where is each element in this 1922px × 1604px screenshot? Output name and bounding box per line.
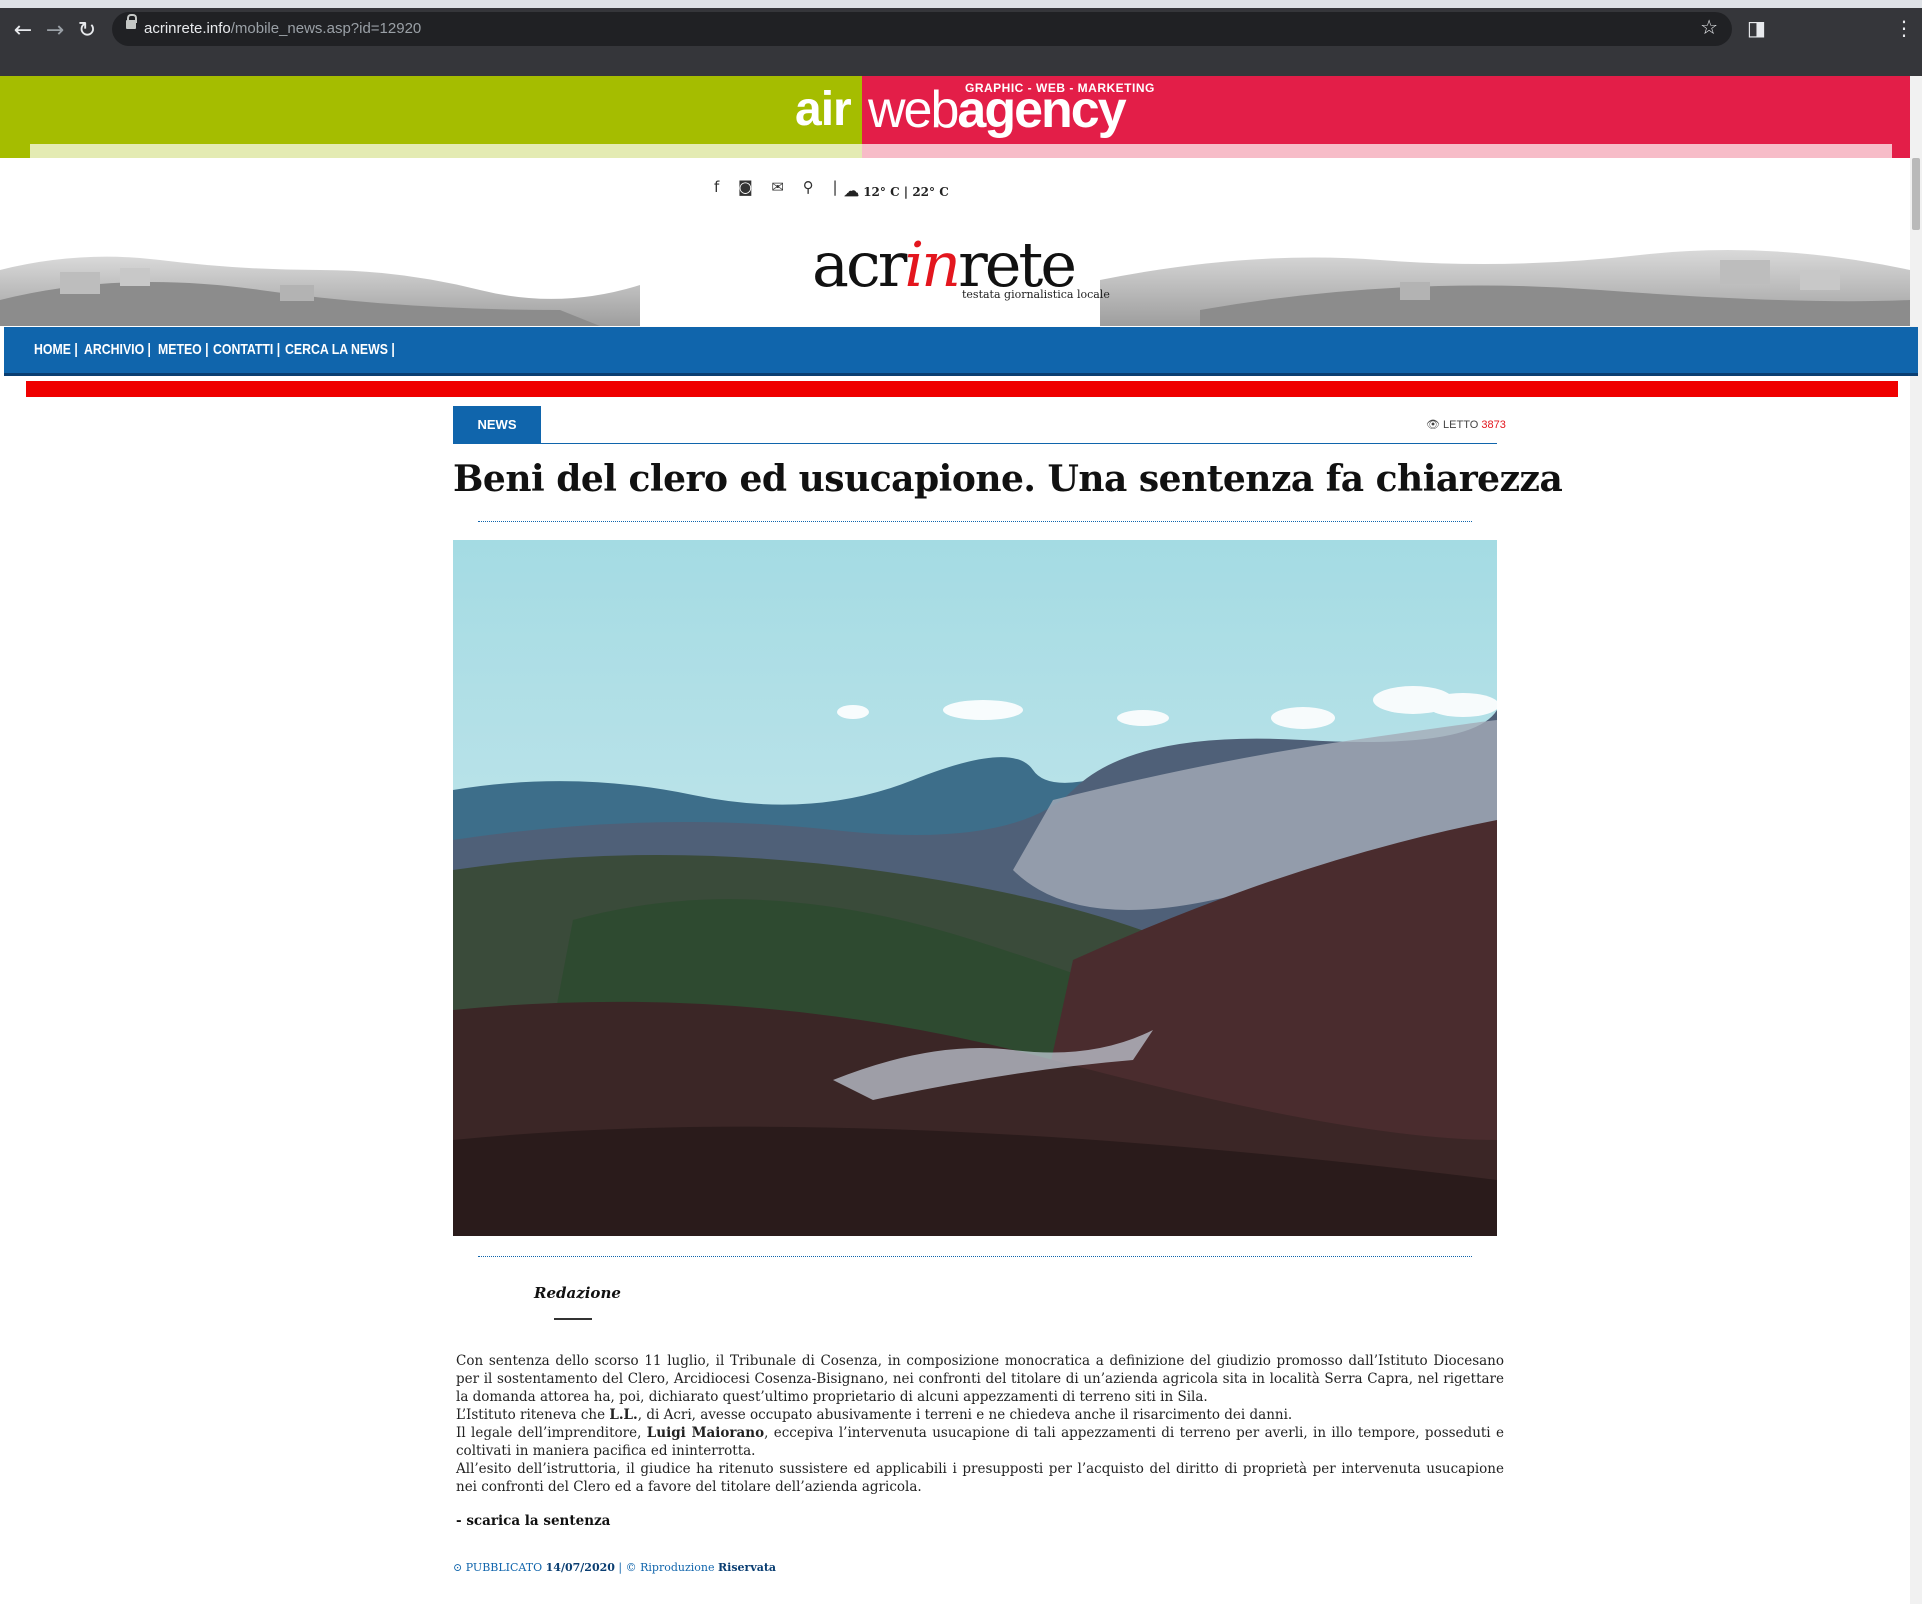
- ad-banner[interactable]: air webagency GRAPHIC - WEB - MARKETING: [0, 76, 1922, 158]
- main-nav: HOME | ARCHIVIO | METEO | CONTATTI | CER…: [4, 327, 1918, 376]
- category-underline: [453, 443, 1497, 444]
- eye-icon: 👁: [1426, 419, 1440, 431]
- paragraph-bold: Luigi Maiorano: [646, 1425, 765, 1441]
- footer-separator: |: [618, 1561, 623, 1574]
- category-badge[interactable]: NEWS: [453, 406, 541, 444]
- download-link[interactable]: - scarica la sentenza: [456, 1513, 610, 1529]
- article-paragraph: Con sentenza dello scorso 11 luglio, il …: [456, 1352, 1504, 1406]
- paragraph-bold: L.L.: [609, 1407, 638, 1423]
- article-body: Con sentenza dello scorso 11 luglio, il …: [456, 1352, 1504, 1496]
- copyright-label: © Riproduzione: [625, 1561, 715, 1574]
- clock-icon: ⊙: [453, 1561, 463, 1574]
- browser-toolbar: ← → ↻ acrinrete.info/mobile_news.asp?id=…: [0, 0, 1922, 76]
- nav-meteo[interactable]: METEO |: [158, 341, 209, 358]
- url-text[interactable]: acrinrete.info/mobile_news.asp?id=12920: [144, 20, 421, 37]
- views-count: 3873: [1481, 419, 1506, 431]
- header-separator: |: [832, 178, 838, 196]
- nav-cerca-la-news[interactable]: CERCA LA NEWS |: [285, 341, 395, 358]
- paragraph-text: L’Istituto riteneva che: [456, 1407, 610, 1423]
- ad-tagline: GRAPHIC - WEB - MARKETING: [965, 81, 1155, 95]
- search-icon[interactable]: ⚲: [803, 178, 814, 196]
- forward-button[interactable]: →: [40, 16, 70, 46]
- back-button[interactable]: ←: [8, 16, 38, 46]
- paragraph-text: , di Acri, avesse occupato abusivamente …: [637, 1407, 1293, 1423]
- ad-fade-strip: [30, 144, 1892, 158]
- article-paragraph: Il legale dell’imprenditore, Luigi Maior…: [456, 1424, 1504, 1460]
- nav-accent-bar: [26, 381, 1898, 397]
- instagram-icon[interactable]: ◙: [738, 178, 753, 196]
- facebook-icon[interactable]: f: [714, 178, 719, 196]
- envelope-icon[interactable]: ✉: [771, 178, 784, 196]
- weather-widget: ☁ 12° C | 22° C: [844, 182, 949, 200]
- views-label: LETTO: [1443, 419, 1479, 431]
- published-date: 14/07/2020: [545, 1561, 615, 1574]
- weather-temperatures: 12° C | 22° C: [863, 185, 949, 199]
- article-author: Redazione: [534, 1284, 621, 1302]
- article-paragraph: All’esito dell’istruttoria, il giudice h…: [456, 1460, 1504, 1496]
- nav-contatti[interactable]: CONTATTI |: [213, 341, 280, 358]
- menu-dots-icon[interactable]: ⋮: [1894, 16, 1914, 40]
- bookmark-star-icon[interactable]: ☆: [1700, 15, 1718, 39]
- nav-home[interactable]: HOME |: [34, 341, 78, 358]
- download-label[interactable]: scarica la sentenza: [466, 1513, 610, 1529]
- copyright-bold: Riservata: [718, 1561, 777, 1574]
- title-divider: [478, 521, 1472, 522]
- paragraph-text: Il legale dell’imprenditore,: [456, 1425, 647, 1441]
- lock-icon[interactable]: [126, 14, 137, 32]
- side-panel-icon[interactable]: ◨: [1747, 16, 1766, 40]
- ad-word-web: web: [868, 81, 959, 139]
- social-icons: f ◙ ✉ ⚲ |: [714, 178, 852, 200]
- reload-button[interactable]: ↻: [72, 16, 102, 46]
- logo-subtitle: testata giornalistica locale: [962, 288, 1110, 301]
- article-paragraph: L’Istituto riteneva che L.L., di Acri, a…: [456, 1406, 1504, 1424]
- address-bar[interactable]: acrinrete.info/mobile_news.asp?id=12920 …: [112, 12, 1732, 46]
- paragraph-text: All’esito dell’istruttoria, il giudice h…: [456, 1461, 1504, 1495]
- download-prefix: -: [456, 1513, 467, 1529]
- url-path: /mobile_news.asp?id=12920: [230, 20, 422, 37]
- article-footer: ⊙ PUBBLICATO 14/07/2020 | © Riproduzione…: [453, 1561, 776, 1574]
- author-underline: [554, 1318, 592, 1320]
- published-label: PUBBLICATO: [465, 1561, 543, 1574]
- url-domain: acrinrete.info: [144, 20, 231, 37]
- weather-cloud-icon: ☁: [844, 182, 859, 200]
- scrollbar-thumb[interactable]: [1912, 158, 1920, 230]
- paragraph-text: Con sentenza dello scorso 11 luglio, il …: [456, 1353, 1504, 1405]
- logo-part-in: in: [904, 228, 961, 301]
- nav-archivio[interactable]: ARCHIVIO |: [84, 341, 151, 358]
- view-counter: 👁 LETTO 3873: [1426, 418, 1506, 431]
- article-title: Beni del clero ed usucapione. Una senten…: [453, 458, 1563, 500]
- site-header: f ◙ ✉ ⚲ | ☁ 12° C | 22° C acrinrete test…: [0, 158, 1910, 326]
- logo-part-acr: acr: [812, 228, 907, 301]
- photo-divider: [478, 1256, 1472, 1257]
- article-photo: [453, 540, 1497, 1236]
- ad-word-air: air: [795, 83, 852, 136]
- page-scrollbar[interactable]: [1910, 76, 1922, 1604]
